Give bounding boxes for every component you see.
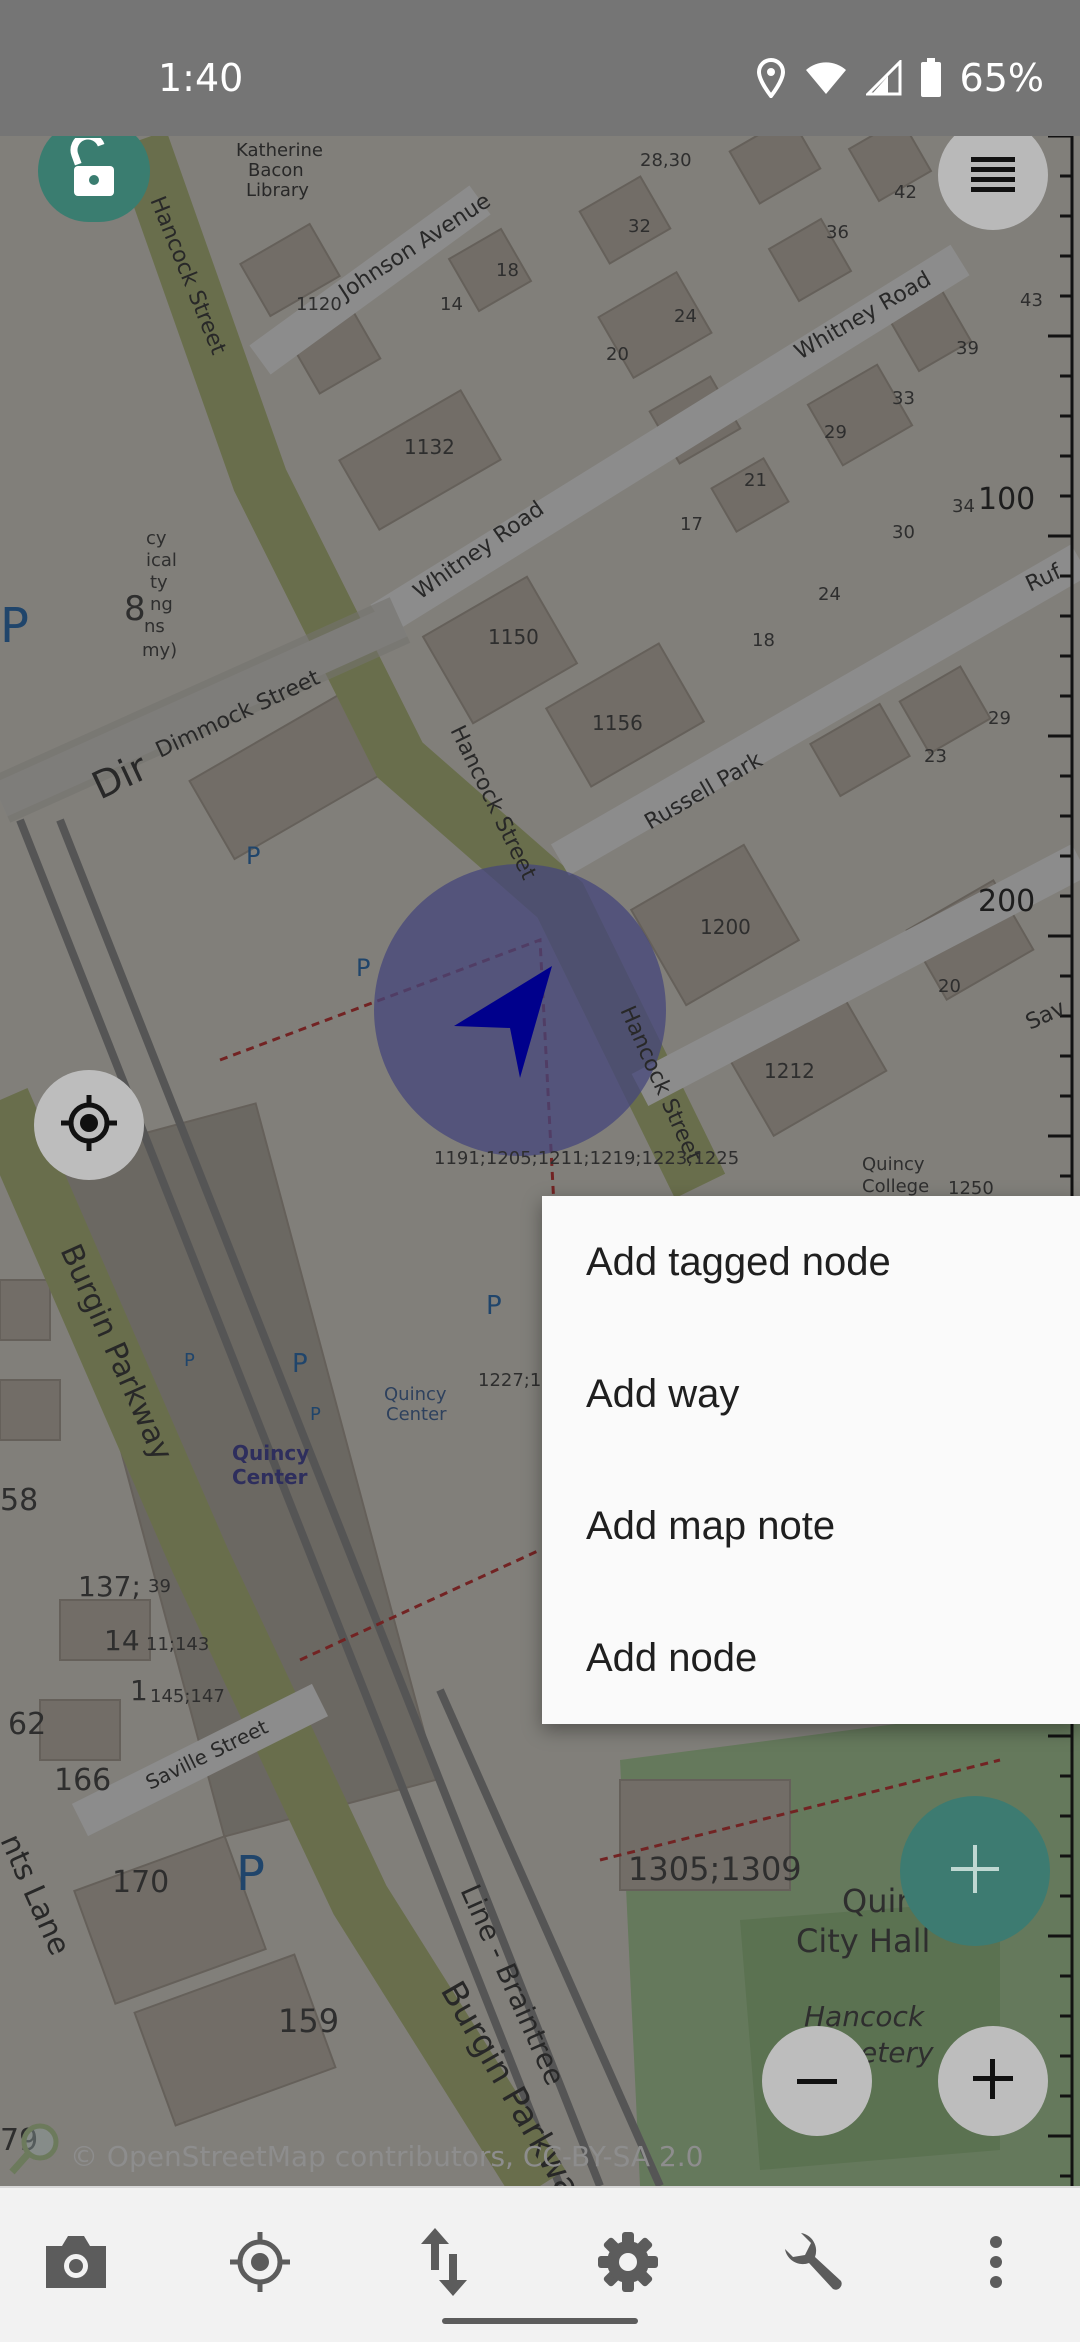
- more-options-button[interactable]: [964, 2232, 1028, 2296]
- zoom-in-button[interactable]: [938, 2026, 1048, 2136]
- scale-label-200: 200: [978, 884, 1036, 919]
- magnify-icon[interactable]: [6, 2118, 66, 2182]
- crosshair-icon: [59, 1093, 119, 1157]
- menu-item-add-way[interactable]: Add way: [542, 1328, 1080, 1460]
- wifi-icon: [804, 60, 848, 96]
- settings-button[interactable]: [596, 2232, 660, 2296]
- zoom-out-button[interactable]: [762, 2026, 872, 2136]
- menu-icon: [969, 153, 1017, 197]
- menu-item-add-tagged-node[interactable]: Add tagged node: [542, 1196, 1080, 1328]
- location-icon: [756, 58, 786, 98]
- wrench-icon: [777, 2227, 847, 2301]
- add-popup-menu: Add tagged node Add way Add map note Add…: [542, 1196, 1080, 1724]
- tools-button[interactable]: [780, 2232, 844, 2296]
- camera-button[interactable]: [44, 2232, 108, 2296]
- status-icons: 65%: [756, 56, 1044, 100]
- home-indicator[interactable]: [442, 2318, 638, 2324]
- status-bar: 1:40 65%: [0, 0, 1080, 136]
- map-attribution[interactable]: © OpenStreetMap contributors, CC-BY-SA 2…: [70, 2140, 703, 2173]
- settings-icon: [596, 2230, 660, 2298]
- signal-icon: [865, 60, 902, 96]
- plus-icon: [971, 2057, 1015, 2105]
- camera-icon: [42, 2232, 110, 2296]
- transfer-icon: [419, 2226, 469, 2302]
- status-time: 1:40: [158, 56, 244, 100]
- gps-icon: [228, 2230, 292, 2298]
- minus-icon: [795, 2072, 839, 2091]
- add-fab-button[interactable]: [900, 1796, 1050, 1946]
- battery-percent: 65%: [959, 56, 1044, 100]
- gps-button[interactable]: [228, 2232, 292, 2296]
- layers-menu-button[interactable]: [938, 120, 1048, 230]
- plus-icon: [947, 1841, 1003, 1901]
- lock-open-icon: [64, 132, 124, 204]
- menu-item-add-node[interactable]: Add node: [542, 1592, 1080, 1724]
- menu-item-add-map-note[interactable]: Add map note: [542, 1460, 1080, 1592]
- battery-icon: [920, 58, 942, 98]
- scale-label-100: 100: [978, 482, 1036, 517]
- more-vert-icon: [988, 2236, 1004, 2292]
- transfer-button[interactable]: [412, 2228, 476, 2296]
- gps-follow-button[interactable]: [34, 1070, 144, 1180]
